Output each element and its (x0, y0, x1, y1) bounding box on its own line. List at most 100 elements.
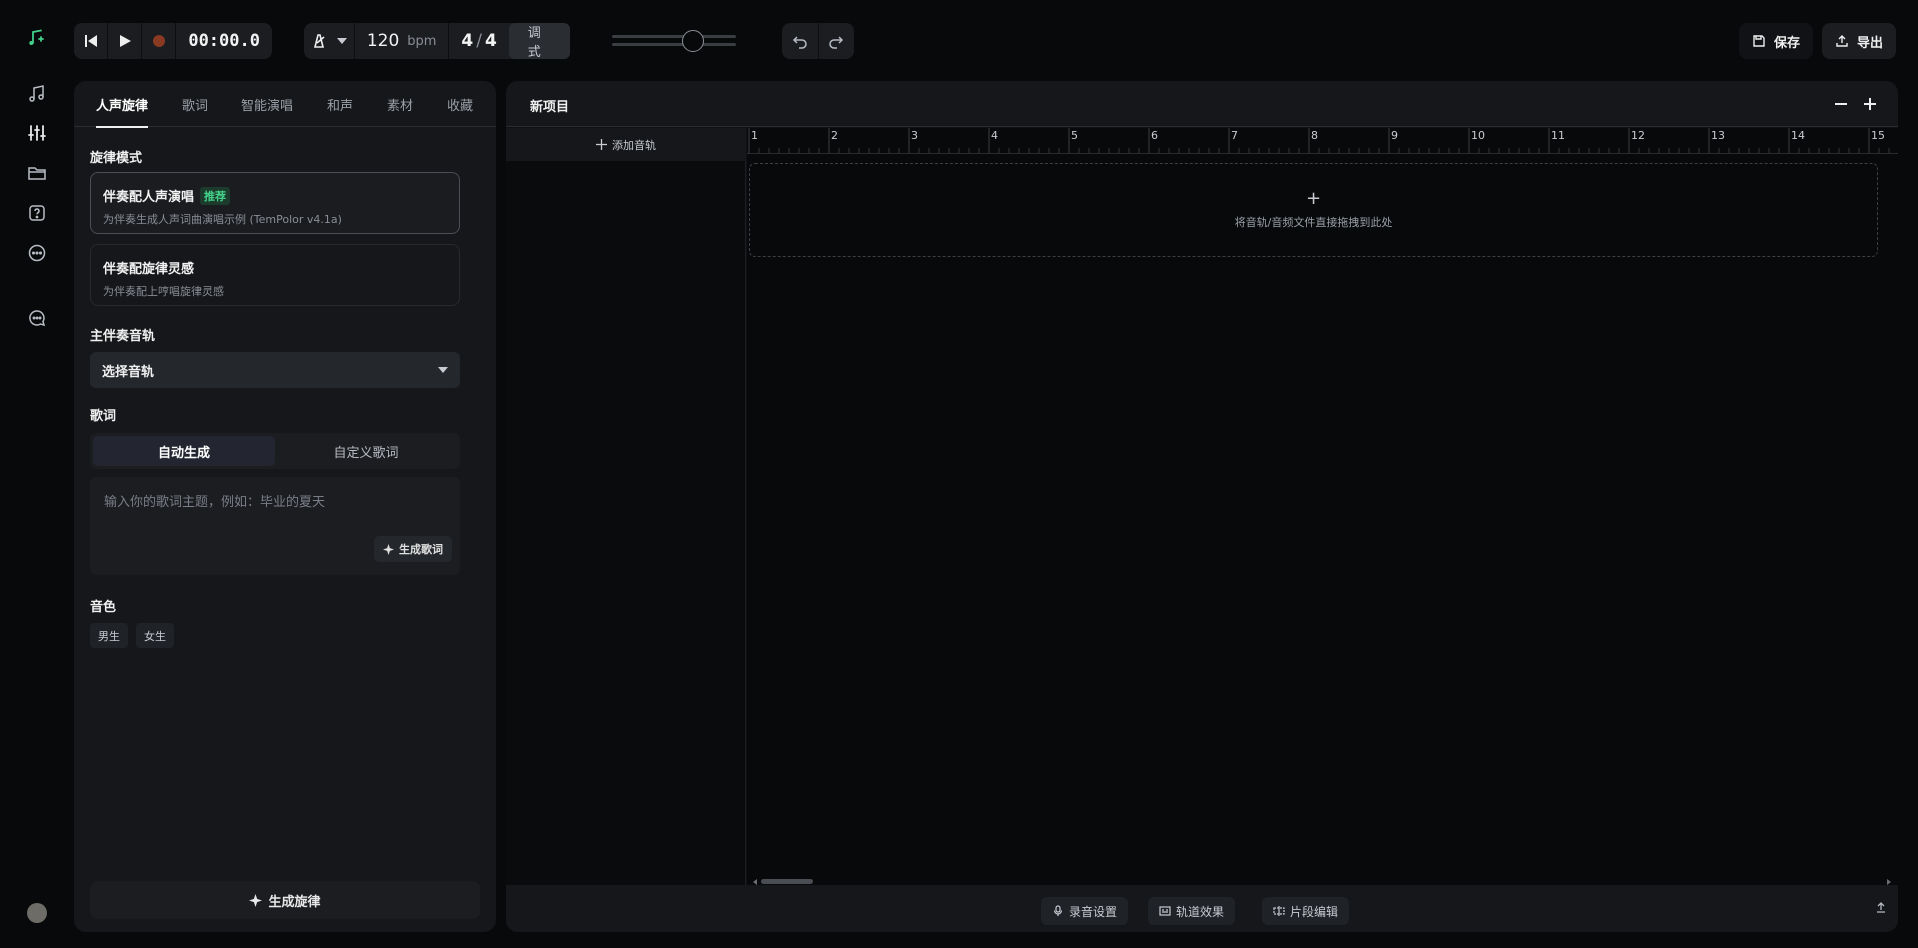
generate-melody-label: 生成旋律 (268, 894, 321, 910)
bar-number: 3 (911, 129, 918, 142)
track-header-column: 添加音轨 (506, 128, 746, 885)
chevron-down-icon (336, 38, 347, 44)
mode-card-title: 伴奏配人声演唱 (103, 190, 195, 205)
main-track-title: 主伴奏音轨 (90, 329, 156, 344)
bar-number: 12 (1631, 129, 1645, 142)
minus-icon (1835, 103, 1847, 105)
metronome-icon (313, 34, 325, 48)
bpm-value: 120 (366, 31, 400, 51)
upload-icon (1836, 35, 1848, 47)
bar-number: 1 (751, 129, 758, 142)
volume-slider[interactable] (612, 30, 736, 52)
custom-lyrics-option[interactable]: 自定义歌词 (275, 436, 457, 466)
microphone-icon (1053, 905, 1063, 916)
project-footer: 录音设置 轨道效果 片段编辑 (506, 885, 1898, 932)
tempo-group: 120 bpm 4 / 4 调式 (304, 23, 570, 60)
chat-icon[interactable] (24, 305, 50, 331)
bar-number: 2 (831, 129, 838, 142)
project-title: 新项目 (530, 100, 570, 115)
icon-rail (0, 0, 74, 948)
record-button[interactable] (142, 23, 175, 59)
tab-smart-singing[interactable]: 智能演唱 (241, 81, 293, 127)
tab-harmony[interactable]: 和声 (327, 81, 353, 127)
track-select-value: 选择音轨 (102, 364, 155, 380)
avatar[interactable] (27, 903, 47, 923)
scrollbar-thumb[interactable] (761, 879, 813, 884)
lyrics-title: 歌词 (90, 409, 117, 424)
clip-edit-button[interactable]: 片段编辑 (1262, 897, 1350, 925)
tab-lyrics[interactable]: 歌词 (182, 81, 208, 127)
drop-zone[interactable]: + 将音轨/音频文件直接拖拽到此处 (749, 163, 1878, 257)
skip-back-button[interactable] (74, 23, 107, 59)
bar-number: 6 (1151, 129, 1158, 142)
generate-lyrics-label: 生成歌词 (399, 543, 443, 556)
zoom-in-button[interactable] (1857, 91, 1883, 117)
voice-female-chip[interactable]: 女生 (136, 623, 174, 648)
mode-card-vocal[interactable]: 伴奏配人声演唱 推荐 为伴奏生成人声词曲演唱示例 (TemPolor v4.1a… (90, 172, 460, 234)
clip-icon (1273, 906, 1285, 916)
track-effects-button[interactable]: 轨道效果 (1148, 897, 1236, 925)
bar-number: 13 (1711, 129, 1725, 142)
undo-icon (792, 36, 807, 49)
save-button[interactable]: 保存 (1739, 23, 1814, 59)
lyrics-box: 生成歌词 (90, 477, 460, 575)
zoom-out-button[interactable] (1828, 91, 1854, 117)
time-signature-field[interactable]: 4 / 4 (449, 23, 508, 59)
add-track-label: 添加音轨 (612, 138, 656, 152)
tab-materials[interactable]: 素材 (387, 81, 413, 127)
bar-number: 9 (1391, 129, 1398, 142)
tab-favorites[interactable]: 收藏 (447, 81, 473, 127)
chevron-down-icon (438, 367, 448, 373)
play-button[interactable] (108, 23, 141, 59)
expand-up-button[interactable] (1875, 901, 1889, 915)
mixer-icon[interactable] (24, 120, 50, 146)
more-icon[interactable] (24, 240, 50, 266)
top-toolbar: 00:00.0 120 bpm 4 / 4 调式 保存 导出 (74, 0, 1918, 80)
export-button[interactable]: 导出 (1822, 23, 1897, 59)
sparkle-icon (383, 543, 394, 555)
slider-thumb[interactable] (682, 30, 704, 52)
save-label: 保存 (1774, 35, 1801, 51)
tab-vocal-melody[interactable]: 人声旋律 (96, 81, 149, 128)
time-sig-numerator: 4 (461, 31, 474, 51)
transport-group: 00:00.0 (74, 23, 272, 59)
drop-zone-text: 将音轨/音频文件直接拖拽到此处 (1234, 215, 1393, 229)
export-label: 导出 (1857, 35, 1884, 51)
app-logo-icon[interactable] (24, 25, 50, 51)
lyrics-theme-input[interactable] (90, 477, 460, 527)
undo-button[interactable] (782, 23, 818, 59)
bar-number: 11 (1551, 129, 1565, 142)
clip-edit-label: 片段编辑 (1290, 904, 1339, 919)
track-select[interactable]: 选择音轨 (90, 352, 460, 388)
record-settings-button[interactable]: 录音设置 (1041, 897, 1129, 925)
redo-button[interactable] (818, 23, 854, 59)
project-header: 新项目 (506, 81, 1898, 127)
bar-number: 4 (991, 129, 998, 142)
music-note-icon[interactable] (24, 81, 50, 107)
generate-melody-button[interactable]: 生成旋律 (90, 881, 480, 919)
ruler-ticks (747, 128, 1898, 154)
key-mode-button[interactable]: 调式 (508, 23, 570, 60)
mode-card-inspiration[interactable]: 伴奏配旋律灵感 为伴奏配上哼唱旋律灵感 (90, 244, 460, 306)
track-effects-label: 轨道效果 (1176, 904, 1225, 919)
folder-icon[interactable] (24, 160, 50, 186)
save-icon (1753, 35, 1765, 47)
sparkle-icon (249, 893, 263, 907)
timeline-ruler[interactable]: 1 2 3 4 5 6 7 8 9 10 11 12 13 14 15 (747, 128, 1898, 154)
metronome-button[interactable] (304, 23, 354, 59)
timeline[interactable]: 1 2 3 4 5 6 7 8 9 10 11 12 13 14 15 + 将音轨/音频文件直接拖拽到此处 (747, 128, 1898, 885)
bpm-unit: bpm (407, 33, 437, 49)
melody-mode-title: 旋律模式 (90, 151, 143, 166)
mode-card-desc: 为伴奏配上哼唱旋律灵感 (103, 285, 224, 298)
voice-male-chip[interactable]: 男生 (90, 623, 128, 648)
auto-generate-option[interactable]: 自动生成 (93, 436, 275, 466)
bar-number: 8 (1311, 129, 1318, 142)
help-icon[interactable] (24, 200, 50, 226)
generate-lyrics-button[interactable]: 生成歌词 (374, 536, 452, 562)
lyrics-mode-toggle: 自动生成 自定义歌词 (90, 433, 460, 469)
recommended-badge: 推荐 (200, 186, 231, 205)
bpm-field[interactable]: 120 bpm (355, 23, 449, 59)
bar-number: 7 (1231, 129, 1238, 142)
add-track-button[interactable]: 添加音轨 (506, 128, 746, 161)
bar-number: 14 (1791, 129, 1805, 142)
